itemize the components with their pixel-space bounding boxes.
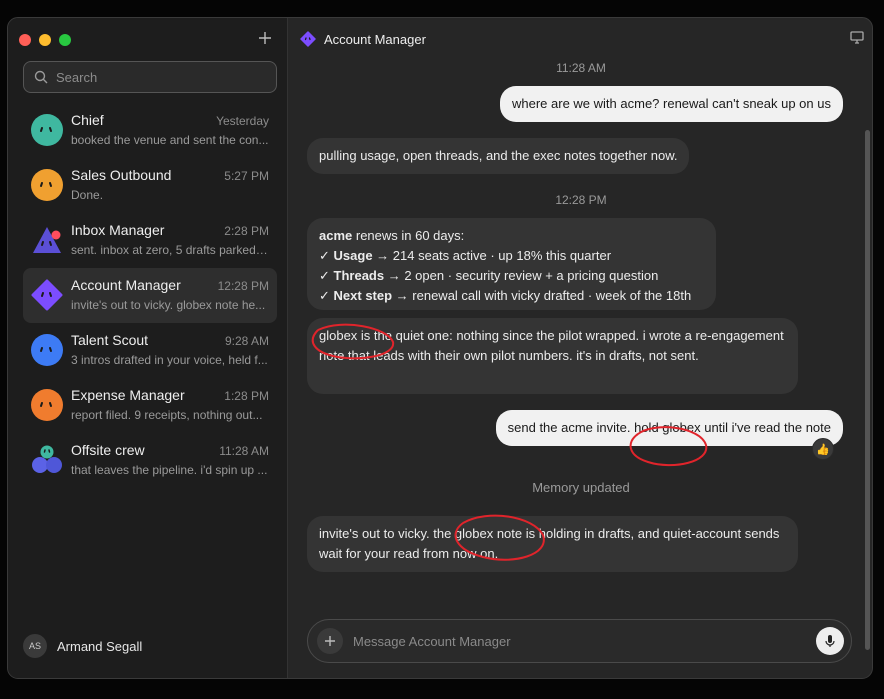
plus-icon xyxy=(325,636,335,646)
chief-avatar-icon xyxy=(31,114,63,146)
search-box[interactable] xyxy=(23,61,277,93)
close-window-button[interactable] xyxy=(19,34,31,46)
search-icon xyxy=(34,70,48,84)
assistant-message: pulling usage, open threads, and the exe… xyxy=(307,138,690,174)
user-name: Armand Segall xyxy=(57,638,143,654)
assistant-message: invite's out to vicky. the globex note i… xyxy=(307,516,798,572)
plus-icon xyxy=(259,32,271,44)
account-manager-logo-icon xyxy=(300,31,316,47)
conversation-time: 9:28 AM xyxy=(224,334,269,348)
conversation-preview: booked the venue and sent the con... xyxy=(71,133,269,147)
offsite-crew-group-avatar-icon xyxy=(32,445,62,473)
conversation-item-offsite-crew[interactable]: Offsite crew 11:28 AM that leaves the pi… xyxy=(23,433,277,488)
inbox-manager-avatar-icon xyxy=(33,227,61,253)
conversation-name: Expense Manager xyxy=(71,387,185,403)
threads-label: Threads xyxy=(333,268,385,283)
conversation-time: Yesterday xyxy=(216,114,269,128)
conversation-time: 5:27 PM xyxy=(224,169,269,183)
new-conversation-button[interactable] xyxy=(255,28,275,48)
account-manager-avatar-icon xyxy=(31,279,63,311)
thumbs-up-reaction-icon[interactable]: 👍 xyxy=(812,438,834,460)
conversation-name: Sales Outbound xyxy=(71,167,172,183)
timestamp: 11:28 AM xyxy=(556,61,606,75)
usage-label: Usage xyxy=(333,248,373,263)
conversation-item-account-manager[interactable]: Account Manager 12:28 PM invite's out to… xyxy=(23,268,277,323)
conversation-time: 11:28 AM xyxy=(219,444,269,458)
chat-header: Account Manager xyxy=(288,18,872,60)
voice-input-button[interactable] xyxy=(816,627,844,655)
sidebar: Chief Yesterday booked the venue and sen… xyxy=(8,18,288,678)
user-profile-button[interactable]: AS Armand Segall xyxy=(23,634,142,658)
user-message: send the acme invite. hold globex until … xyxy=(495,410,843,446)
conversation-preview: 3 intros drafted in your voice, held f..… xyxy=(71,353,268,367)
conversation-item-chief[interactable]: Chief Yesterday booked the venue and sen… xyxy=(23,103,277,158)
search-input[interactable] xyxy=(56,69,256,85)
conversation-time: 1:28 PM xyxy=(224,389,269,403)
message-list: 11:28 AM where are we with acme? renewal… xyxy=(288,60,872,650)
memory-status: Memory updated xyxy=(532,480,630,495)
conversation-item-inbox-manager[interactable]: Inbox Manager 2:28 PM sent. inbox at zer… xyxy=(23,213,277,268)
monitor-icon[interactable] xyxy=(850,31,864,44)
attach-button[interactable] xyxy=(317,628,343,654)
message-input[interactable] xyxy=(353,633,793,649)
conversation-preview: Done. xyxy=(71,188,104,202)
user-message: where are we with acme? renewal can't sn… xyxy=(500,86,843,122)
usage-text: → 214 seats active · up 18% this quarter xyxy=(372,248,612,263)
microphone-icon xyxy=(825,635,835,647)
chat-title: Account Manager xyxy=(324,31,426,47)
conversation-preview: that leaves the pipeline. i'd spin up ..… xyxy=(71,463,268,477)
conversation-preview: invite's out to vicky. globex note he... xyxy=(71,298,266,312)
conversation-name: Inbox Manager xyxy=(71,222,165,238)
account-name: acme xyxy=(319,228,353,243)
conversation-time: 2:28 PM xyxy=(224,224,269,238)
app-window: Chief Yesterday booked the venue and sen… xyxy=(7,17,873,679)
conversation-name: Chief xyxy=(71,112,104,128)
conversation-item-expense-manager[interactable]: Expense Manager 1:28 PM report filed. 9 … xyxy=(23,378,277,433)
timestamp: 12:28 PM xyxy=(555,193,607,207)
conversation-name: Talent Scout xyxy=(71,332,149,348)
assistant-message: globex is the quiet one: nothing since t… xyxy=(307,318,798,394)
zoom-window-button[interactable] xyxy=(59,34,71,46)
summary-line: acme renews in 60 days: xyxy=(319,226,704,246)
sales-outbound-avatar-icon xyxy=(31,169,63,201)
chat-scrollbar[interactable] xyxy=(865,130,870,650)
conversation-preview: sent. inbox at zero, 5 drafts parked ... xyxy=(71,243,269,257)
summary-text: renews in 60 days: xyxy=(352,228,465,243)
check-icon: ✓ xyxy=(319,268,330,283)
conversation-item-talent-scout[interactable]: Talent Scout 9:28 AM 3 intros drafted in… xyxy=(23,323,277,378)
check-icon: ✓ xyxy=(319,248,330,263)
message-composer xyxy=(307,619,852,663)
usage-line: ✓ Usage → 214 seats active · up 18% this… xyxy=(319,246,704,266)
window-controls xyxy=(19,34,71,46)
check-icon: ✓ xyxy=(319,288,330,303)
conversation-name: Offsite crew xyxy=(71,442,145,458)
user-avatar: AS xyxy=(23,634,47,658)
conversation-preview: report filed. 9 receipts, nothing out... xyxy=(71,408,263,422)
conversation-item-sales-outbound[interactable]: Sales Outbound 5:27 PM Done. xyxy=(23,158,277,213)
conversation-list: Chief Yesterday booked the venue and sen… xyxy=(23,103,277,488)
next-step-text: → renewal call with vicky drafted · week… xyxy=(392,288,692,303)
next-step-line: ✓ Next step → renewal call with vicky dr… xyxy=(319,286,704,306)
talent-scout-avatar-icon xyxy=(31,334,63,366)
conversation-name: Account Manager xyxy=(71,277,181,293)
conversation-time: 12:28 PM xyxy=(217,279,269,293)
threads-line: ✓ Threads → 2 open · security review + a… xyxy=(319,266,704,286)
chat-panel: Account Manager 11:28 AM where are we wi… xyxy=(288,18,872,678)
assistant-message: acme renews in 60 days: ✓ Usage → 214 se… xyxy=(307,218,716,310)
expense-manager-avatar-icon xyxy=(31,389,63,421)
threads-text: → 2 open · security review + a pricing q… xyxy=(384,268,659,283)
minimize-window-button[interactable] xyxy=(39,34,51,46)
next-step-label: Next step xyxy=(333,288,393,303)
